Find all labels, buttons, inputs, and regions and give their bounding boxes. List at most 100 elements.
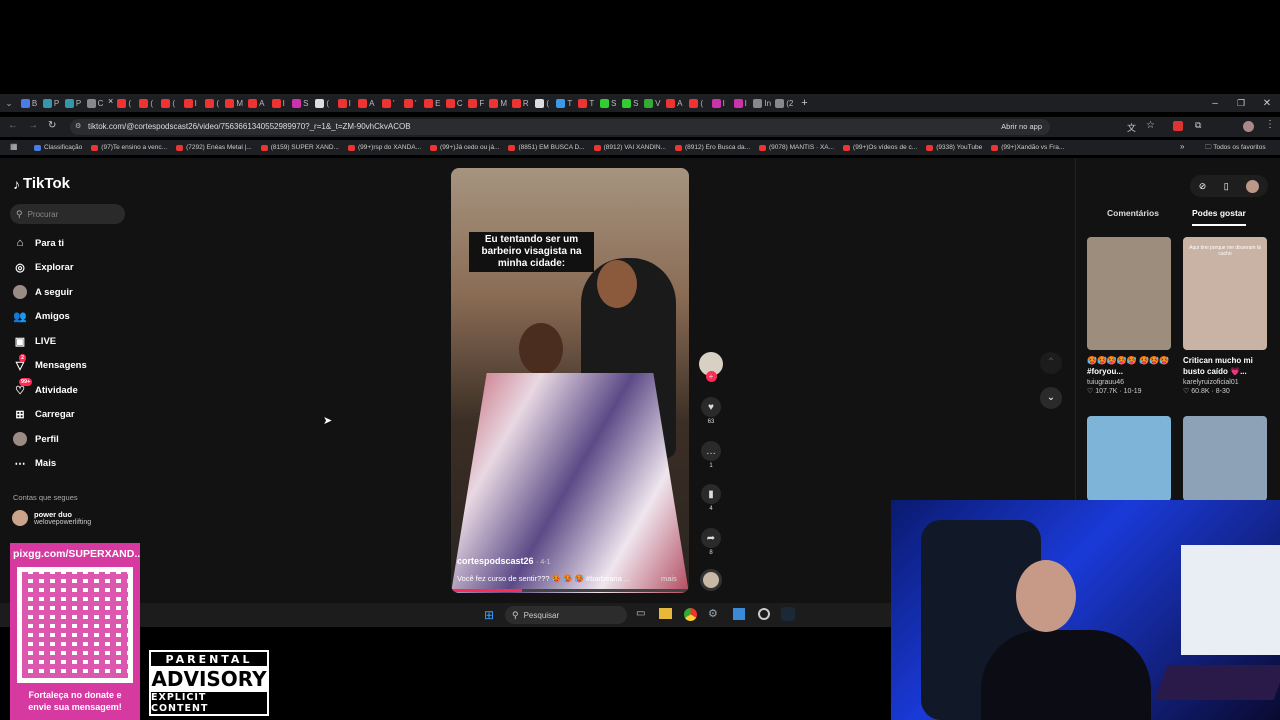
browser-tab[interactable]: I <box>179 96 201 110</box>
file-explorer-icon[interactable] <box>659 608 672 619</box>
app-icon[interactable] <box>733 608 745 620</box>
browser-tab[interactable]: ( <box>157 96 179 110</box>
bookmark-icon[interactable]: ▮ <box>701 484 721 504</box>
taskbar-search[interactable]: ⚲ Pesquisar <box>505 606 627 624</box>
browser-tab[interactable]: A <box>355 96 377 110</box>
sidebar-item-messages[interactable]: ▽ 2 Mensagens <box>13 353 87 373</box>
back-icon[interactable]: ← <box>8 120 18 131</box>
sidebar-item-profile-avatar[interactable]: Perfil <box>13 432 59 446</box>
suggested-video-user[interactable]: karelyruizoficial01 <box>1183 379 1267 386</box>
suggested-video-card[interactable]: 🥵🥵🥵🥵🥵 🥵🥵🥵#foryou... tuiugrauu46 ♡ 107.7K ·… <box>1087 237 1171 395</box>
tab-search-button[interactable]: ⌄ <box>0 98 18 109</box>
browser-tab[interactable]: I <box>267 96 289 110</box>
search-box[interactable]: ⚲ Procurar <box>10 204 125 224</box>
browser-tab[interactable]: M <box>223 96 245 110</box>
browser-tab[interactable]: I <box>707 96 729 110</box>
sound-disc-icon[interactable] <box>700 569 722 591</box>
tab-you-may-like[interactable]: Podes gostar <box>1192 208 1246 226</box>
video-author-row[interactable]: cortespodscast26 · 4-1 <box>457 556 550 566</box>
close-window-button[interactable]: ✕ <box>1254 98 1280 109</box>
settings-icon[interactable]: ⚙ <box>708 607 718 620</box>
sidebar-item-more[interactable]: ⋯ Mais <box>13 457 57 471</box>
all-favorites-folder[interactable]: 🗀 Todos os favoritos <box>1205 143 1266 154</box>
browser-tab[interactable]: P <box>40 96 62 110</box>
minimize-button[interactable]: – <box>1202 98 1228 109</box>
bookmark-item[interactable]: (9338) YouTube <box>926 144 982 151</box>
tiktok-logo[interactable]: ♪ TikTok <box>13 175 70 192</box>
browser-tab[interactable]: E <box>421 96 443 110</box>
sidebar-item-compass[interactable]: ◎ Explorar <box>13 261 73 275</box>
apps-grid-icon[interactable]: ▦ <box>10 142 18 151</box>
profile-avatar-icon[interactable] <box>1243 121 1254 132</box>
browser-tab[interactable]: M <box>487 96 509 110</box>
next-video-button[interactable]: ⌄ <box>1040 387 1062 409</box>
bookmark-item[interactable]: (8912) VAI XANDIN... <box>593 144 666 151</box>
suggested-video-user[interactable]: tuiugrauu46 <box>1087 379 1171 386</box>
bookmark-item[interactable]: (8912) Ero Busca da... <box>674 144 750 151</box>
browser-tab[interactable]: F <box>465 96 487 110</box>
device-icon[interactable]: ▯ <box>1224 181 1229 192</box>
bookmark-item[interactable]: (9078) MANTIS · XA... <box>759 144 834 151</box>
new-tab-button[interactable]: + <box>801 97 807 109</box>
browser-tab[interactable]: ' <box>377 96 399 110</box>
browser-tab[interactable]: S <box>619 96 641 110</box>
author-avatar-action[interactable]: + <box>699 352 723 382</box>
tab-comments[interactable]: Comentários <box>1107 208 1159 218</box>
url-field[interactable]: ⚙ tiktok.com/@cortespodscast26/video/756… <box>70 119 1050 135</box>
comment-action[interactable]: … 1 <box>700 441 722 469</box>
browser-tab[interactable]: T <box>553 96 575 110</box>
task-view-icon[interactable]: ▭ <box>636 608 645 619</box>
suggested-video-thumbnail[interactable] <box>1087 237 1171 350</box>
save-action[interactable]: ▮ 4 <box>700 484 722 512</box>
sidebar-item-friends[interactable]: 👥 Amigos <box>13 310 70 324</box>
suggested-video-thumbnail[interactable] <box>1183 416 1267 501</box>
suggested-video-card[interactable]: Aqui tirei porque me disseram lá cacho Cr… <box>1183 237 1267 395</box>
bookmark-item[interactable]: (7292) Enéas Metal |... <box>176 144 252 151</box>
sidebar-item-home[interactable]: ⌂ Para ti <box>13 236 64 250</box>
browser-tab[interactable]: A <box>663 96 685 110</box>
video-progress-bar[interactable] <box>451 589 689 592</box>
browser-tab[interactable]: S <box>597 96 619 110</box>
maximize-button[interactable]: ❐ <box>1228 98 1254 109</box>
browser-tab[interactable]: C <box>84 96 106 110</box>
browser-tab[interactable]: A <box>245 96 267 110</box>
video-author[interactable]: cortespodscast26 <box>457 556 534 566</box>
browser-tab[interactable]: (2 <box>773 96 795 110</box>
browser-tab[interactable]: ( <box>201 96 223 110</box>
suggested-video-thumbnail[interactable]: Aqui tirei porque me disseram lá cacho <box>1183 237 1267 350</box>
open-app-button[interactable]: Abrir no app <box>1001 119 1042 135</box>
browser-tab[interactable]: ' <box>399 96 421 110</box>
suggested-video-thumbnail[interactable] <box>1087 416 1171 501</box>
bookmark-item[interactable]: (8159) SUPER XAND... <box>260 144 339 151</box>
user-avatar[interactable] <box>1246 179 1260 193</box>
previous-video-button[interactable]: ⌃ <box>1040 352 1062 374</box>
extension-red-icon[interactable] <box>1173 121 1183 131</box>
suggested-video-card[interactable] <box>1183 416 1267 501</box>
bookmark-item[interactable]: (99+)Xandão vs Fra... <box>991 144 1064 151</box>
following-item[interactable]: power duo welovepowerlifting <box>12 510 91 526</box>
video-player[interactable]: Eu tentando ser um barbeiro visagista na… <box>451 168 689 593</box>
browser-tab[interactable]: C <box>443 96 465 110</box>
browser-tab[interactable]: I <box>729 96 751 110</box>
heart-icon[interactable]: ♥ <box>701 397 721 417</box>
browser-tab[interactable]: ( <box>685 96 707 110</box>
browser-tab[interactable]: ( <box>531 96 553 110</box>
like-action[interactable]: ♥ 63 <box>700 397 722 425</box>
comment-icon[interactable]: … <box>701 441 721 461</box>
browser-tab[interactable]: ( <box>311 96 333 110</box>
video-more-link[interactable]: mais <box>661 574 677 583</box>
bookmark-item[interactable]: (99+)Os vídeos de c... <box>843 144 917 151</box>
bookmark-star-icon[interactable]: ☆ <box>1146 120 1155 131</box>
extensions-icon[interactable]: ⧉ <box>1195 120 1201 131</box>
recorder-icon[interactable] <box>758 608 770 620</box>
forward-icon[interactable]: → <box>28 120 38 131</box>
browser-tab[interactable]: P <box>62 96 84 110</box>
menu-dots-icon[interactable]: ⋮ <box>1265 119 1275 130</box>
sidebar-item-live[interactable]: ▣ LIVE <box>13 334 56 348</box>
windows-start-icon[interactable]: ⊞ <box>484 608 494 622</box>
steam-icon[interactable] <box>781 607 795 621</box>
browser-tab[interactable]: B <box>18 96 40 110</box>
share-action[interactable]: ➦ 8 <box>700 528 722 556</box>
translate-icon[interactable]: 文 <box>1127 121 1136 134</box>
browser-tab[interactable]: V <box>641 96 663 110</box>
